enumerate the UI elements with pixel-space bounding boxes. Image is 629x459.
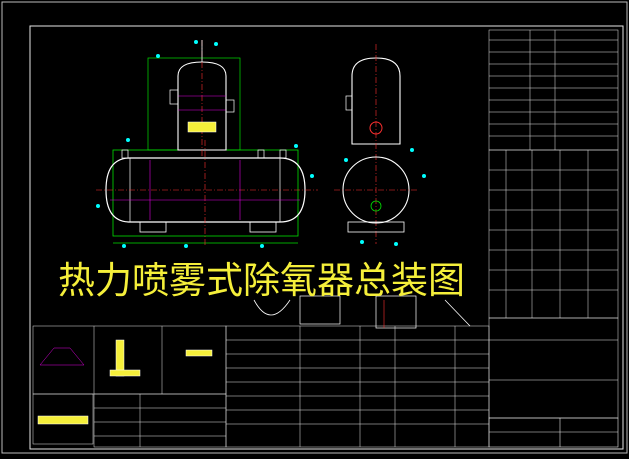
- drawing-canvas: [1, 1, 628, 454]
- nozzle-table: [488, 149, 619, 319]
- bottom-left-schedule: [93, 393, 227, 448]
- title-block: [488, 417, 619, 448]
- drawing-title: 热力喷雾式除氧器总装图: [58, 259, 465, 302]
- weld-detail-views: [32, 325, 227, 445]
- cad-drawing-sheet: 热力喷雾式除氧器总装图: [0, 0, 629, 455]
- deaerator-head-front-view: [147, 40, 241, 158]
- technical-data-table: [488, 29, 619, 151]
- inner-frame: [29, 25, 624, 450]
- parts-list-table: [225, 325, 490, 448]
- storage-tank-front-view: [96, 140, 318, 245]
- outer-frame: [1, 1, 628, 454]
- notes-block: [488, 317, 619, 419]
